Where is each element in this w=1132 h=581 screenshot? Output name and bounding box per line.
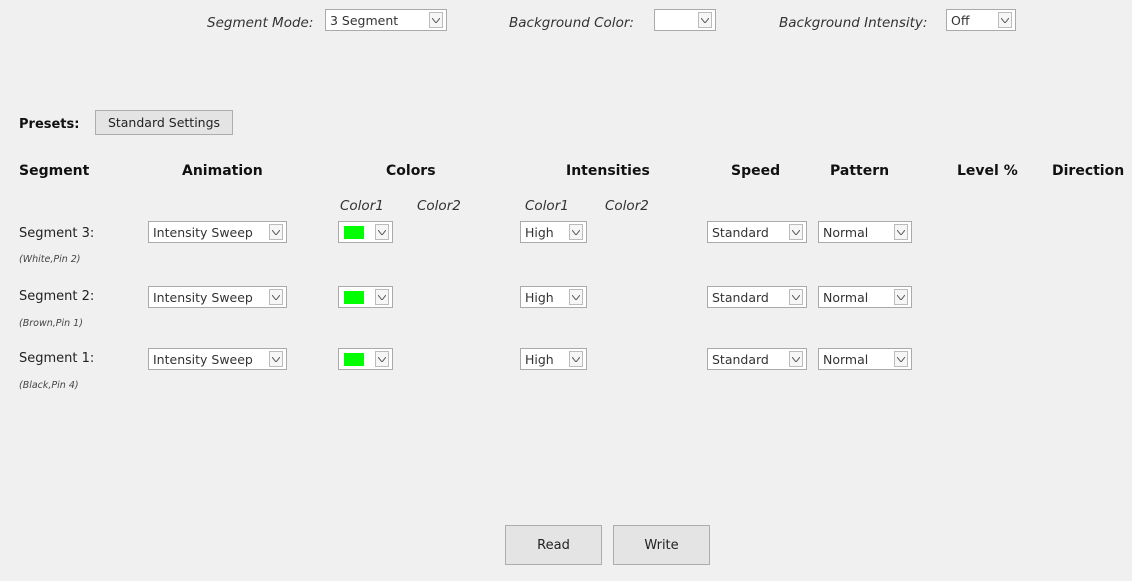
- animation-select[interactable]: Intensity Sweep: [148, 221, 287, 243]
- pattern-value: Normal: [823, 352, 869, 367]
- intensity1-select[interactable]: High: [520, 348, 587, 370]
- intensity1-select[interactable]: High: [520, 286, 587, 308]
- intensities-color2-label: Color2: [605, 198, 649, 214]
- color1-select[interactable]: [338, 348, 393, 370]
- animation-value: Intensity Sweep: [153, 352, 253, 367]
- header-speed: Speed: [731, 163, 781, 179]
- segment-wiring: (Black,Pin 4): [19, 380, 79, 391]
- chevron-down-icon: [698, 12, 712, 28]
- background-intensity-label: Background Intensity:: [779, 15, 928, 31]
- chevron-down-icon: [429, 12, 443, 28]
- read-button[interactable]: Read: [505, 525, 602, 565]
- segment-label: Segment 2:: [19, 289, 95, 304]
- intensity1-value: High: [525, 352, 554, 367]
- chevron-down-icon: [894, 224, 908, 240]
- chevron-down-icon: [569, 224, 583, 240]
- chevron-down-icon: [269, 351, 283, 367]
- presets-label: Presets:: [19, 117, 80, 132]
- header-segment: Segment: [19, 163, 90, 179]
- background-intensity-select[interactable]: Off: [946, 9, 1016, 31]
- chevron-down-icon: [789, 224, 803, 240]
- chevron-down-icon: [375, 351, 389, 367]
- animation-select[interactable]: Intensity Sweep: [148, 286, 287, 308]
- header-pattern: Pattern: [830, 163, 890, 179]
- standard-settings-button[interactable]: Standard Settings: [95, 110, 233, 135]
- segment-wiring: (White,Pin 2): [19, 254, 81, 265]
- chevron-down-icon: [269, 224, 283, 240]
- background-color-select[interactable]: [654, 9, 716, 31]
- header-direction: Direction: [1052, 163, 1125, 179]
- header-animation: Animation: [182, 163, 263, 179]
- header-intensities: Intensities: [566, 163, 650, 179]
- header-colors: Colors: [386, 163, 436, 179]
- color1-select[interactable]: [338, 286, 393, 308]
- chevron-down-icon: [998, 12, 1012, 28]
- intensities-color1-label: Color1: [525, 198, 569, 214]
- intensity1-select[interactable]: High: [520, 221, 587, 243]
- chevron-down-icon: [375, 289, 389, 305]
- chevron-down-icon: [569, 289, 583, 305]
- colors-color2-label: Color2: [417, 198, 461, 214]
- intensity1-value: High: [525, 225, 554, 240]
- color-swatch: [344, 291, 364, 304]
- segment-wiring: (Brown,Pin 1): [19, 318, 83, 329]
- animation-select[interactable]: Intensity Sweep: [148, 348, 287, 370]
- chevron-down-icon: [894, 351, 908, 367]
- pattern-select[interactable]: Normal: [818, 348, 912, 370]
- animation-value: Intensity Sweep: [153, 225, 253, 240]
- speed-value: Standard: [712, 225, 769, 240]
- segment-label: Segment 1:: [19, 351, 95, 366]
- segment-mode-select[interactable]: 3 Segment: [325, 9, 447, 31]
- speed-value: Standard: [712, 290, 769, 305]
- chevron-down-icon: [569, 351, 583, 367]
- chevron-down-icon: [789, 289, 803, 305]
- colors-color1-label: Color1: [340, 198, 384, 214]
- color-swatch: [344, 226, 364, 239]
- color1-select[interactable]: [338, 221, 393, 243]
- speed-select[interactable]: Standard: [707, 348, 807, 370]
- chevron-down-icon: [789, 351, 803, 367]
- segment-mode-value: 3 Segment: [330, 13, 399, 28]
- speed-select[interactable]: Standard: [707, 221, 807, 243]
- speed-value: Standard: [712, 352, 769, 367]
- chevron-down-icon: [894, 289, 908, 305]
- speed-select[interactable]: Standard: [707, 286, 807, 308]
- chevron-down-icon: [375, 224, 389, 240]
- pattern-select[interactable]: Normal: [818, 286, 912, 308]
- background-color-label: Background Color:: [509, 15, 634, 31]
- pattern-value: Normal: [823, 225, 869, 240]
- pattern-value: Normal: [823, 290, 869, 305]
- background-intensity-value: Off: [951, 13, 970, 28]
- write-button[interactable]: Write: [613, 525, 710, 565]
- intensity1-value: High: [525, 290, 554, 305]
- segment-label: Segment 3:: [19, 226, 95, 241]
- pattern-select[interactable]: Normal: [818, 221, 912, 243]
- animation-value: Intensity Sweep: [153, 290, 253, 305]
- color-swatch: [344, 353, 364, 366]
- chevron-down-icon: [269, 289, 283, 305]
- segment-mode-label: Segment Mode:: [207, 15, 314, 31]
- header-level: Level %: [957, 163, 1018, 179]
